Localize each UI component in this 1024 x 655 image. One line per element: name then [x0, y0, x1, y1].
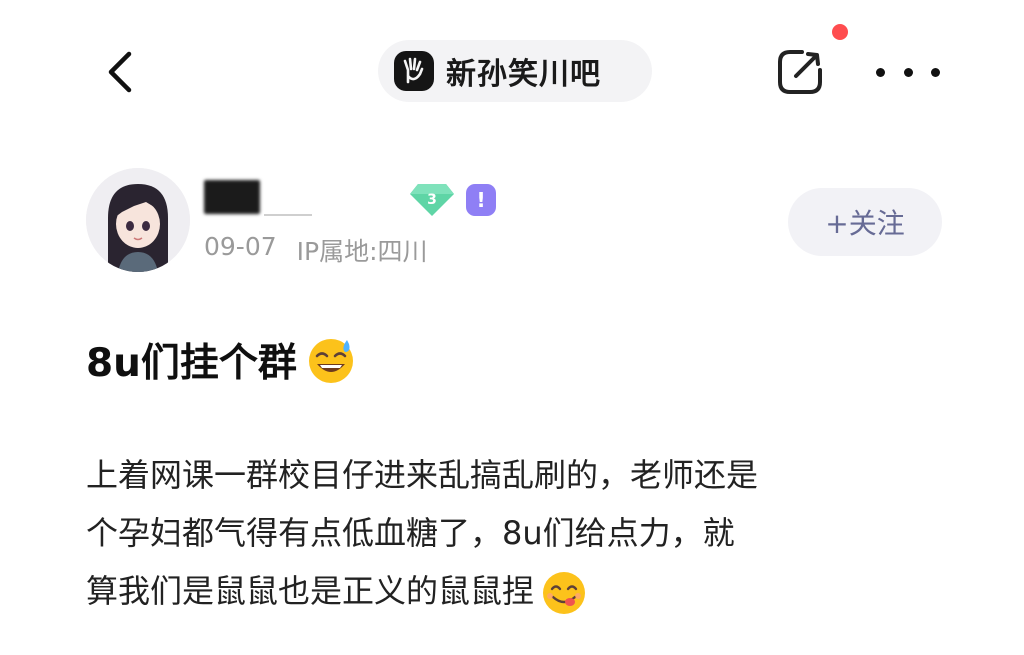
post-title-text: 8u们挂个群	[86, 341, 297, 386]
forum-name: 新孙笑川吧	[446, 57, 601, 92]
back-button[interactable]	[92, 44, 148, 100]
share-button[interactable]	[770, 42, 830, 102]
follow-button[interactable]: +关注	[788, 188, 942, 256]
post-page: 新孙笑川吧 3 ! 09-07 IP属地:四川 +关注 8u们挂个群 上着网课一…	[0, 0, 1024, 655]
post-title: 8u们挂个群	[86, 332, 357, 388]
username-redacted	[204, 180, 260, 214]
forum-logo-icon	[394, 51, 434, 91]
avatar[interactable]	[86, 168, 190, 272]
yum-emoji-icon	[543, 572, 586, 614]
level-badge: 3	[408, 182, 456, 218]
chevron-left-icon	[108, 51, 132, 93]
post-body-line-last: 算我们是鼠鼠也是正义的鼠鼠捏	[86, 562, 966, 620]
ip-location: IP属地:四川	[296, 237, 428, 266]
share-icon	[778, 50, 822, 94]
post-meta: 09-07 IP属地:四川	[204, 232, 428, 268]
more-button[interactable]	[876, 52, 940, 92]
post-body-line: 上着网课一群校目仔进来乱搞乱刷的，老师还是	[86, 456, 759, 494]
avatar-image	[86, 168, 190, 272]
level-number: 3	[427, 192, 437, 208]
sweat-smile-emoji-icon	[308, 339, 353, 383]
post-body: 上着网课一群校目仔进来乱搞乱刷的，老师还是 个孕妇都气得有点低血糖了，8u们给点…	[86, 446, 966, 620]
post-body-line: 个孕妇都气得有点低血糖了，8u们给点力，就	[86, 514, 735, 552]
notification-dot	[832, 24, 848, 40]
post-date: 09-07	[204, 232, 277, 261]
username[interactable]	[204, 180, 404, 220]
forum-pill[interactable]: 新孙笑川吧	[378, 40, 652, 102]
member-badge: !	[466, 184, 496, 216]
more-icon	[876, 67, 885, 77]
